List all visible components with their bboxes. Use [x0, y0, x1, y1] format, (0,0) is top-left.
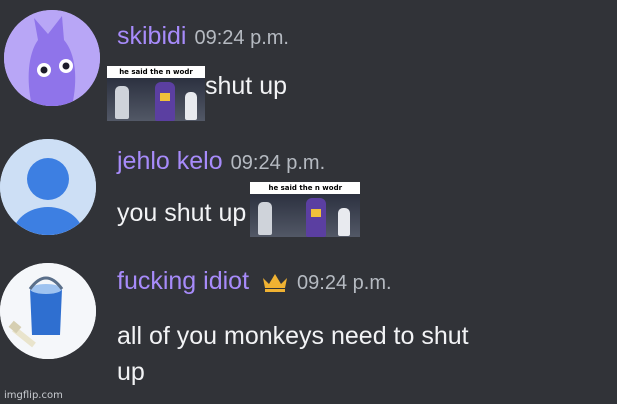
message-text-line-2: up [117, 358, 145, 386]
sticker-caption: he said the n wodr [250, 182, 361, 194]
timestamp: 09:24 p.m. [297, 272, 392, 294]
crown-icon [263, 274, 288, 293]
message-1: skibidi 09:24 p.m. he said the n wodr shu… [0, 0, 617, 125]
message-3: fucking idiot 09:24 p.m. all of you monk… [0, 255, 617, 404]
sticker[interactable]: he said the n wodr [107, 66, 205, 121]
message-text: shut up [205, 71, 288, 100]
message-text-line-1: all of you monkeys need to shut [117, 322, 469, 350]
message-text: all of you monkeys need to shut up [117, 321, 469, 387]
message-2: jehlo kelo 09:24 p.m. you shut up he said… [0, 125, 617, 255]
avatar[interactable] [0, 263, 96, 359]
sticker-caption: he said the n wodr [107, 66, 205, 78]
timestamp: 09:24 p.m. [230, 152, 326, 174]
message-text: you shut up [117, 198, 247, 227]
username[interactable]: fucking idiot [117, 267, 249, 295]
timestamp: 09:24 p.m. [194, 27, 289, 49]
watermark: imgflip.com [4, 390, 63, 401]
purple-creature-avatar-icon [4, 10, 100, 106]
username[interactable]: skibidi [117, 22, 186, 50]
default-person-avatar-icon [0, 139, 96, 235]
avatar[interactable] [4, 10, 100, 106]
username[interactable]: jehlo kelo [117, 147, 223, 175]
paint-bucket-avatar-icon [0, 263, 96, 359]
sticker[interactable]: he said the n wodr [250, 182, 361, 237]
avatar[interactable] [0, 139, 96, 235]
